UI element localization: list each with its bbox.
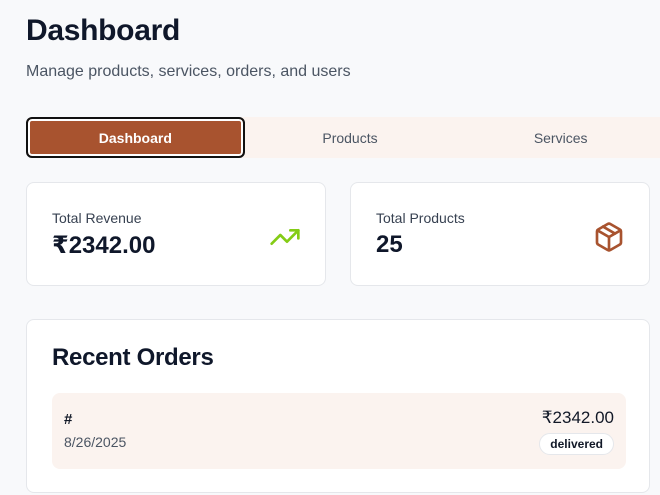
page-title: Dashboard <box>26 14 180 47</box>
dashboard-page: Dashboard Manage products, services, ord… <box>0 0 660 495</box>
order-id: # <box>64 411 73 428</box>
order-amount: ₹2342.00 <box>541 408 614 427</box>
order-date: 8/26/2025 <box>64 434 127 450</box>
tab-bar: Dashboard Products Services <box>26 117 660 158</box>
revenue-label: Total Revenue <box>52 210 142 226</box>
revenue-stat-card: Total Revenue ₹2342.00 <box>26 182 326 286</box>
recent-orders-card: Recent Orders # 8/26/2025 ₹2342.00 deliv… <box>26 319 650 493</box>
trending-up-icon <box>270 229 300 245</box>
tab-products[interactable]: Products <box>245 117 456 158</box>
tab-services[interactable]: Services <box>455 117 660 158</box>
order-row[interactable]: # 8/26/2025 ₹2342.00 delivered <box>52 393 626 469</box>
order-status-badge: delivered <box>539 433 614 455</box>
tab-dashboard[interactable]: Dashboard <box>26 117 245 158</box>
products-stat-card: Total Products 25 <box>350 182 650 286</box>
products-value: 25 <box>376 231 403 258</box>
package-icon <box>595 222 623 252</box>
page-subtitle: Manage products, services, orders, and u… <box>26 63 351 80</box>
products-label: Total Products <box>376 210 465 226</box>
recent-orders-title: Recent Orders <box>52 344 214 371</box>
revenue-value: ₹2342.00 <box>52 232 156 259</box>
